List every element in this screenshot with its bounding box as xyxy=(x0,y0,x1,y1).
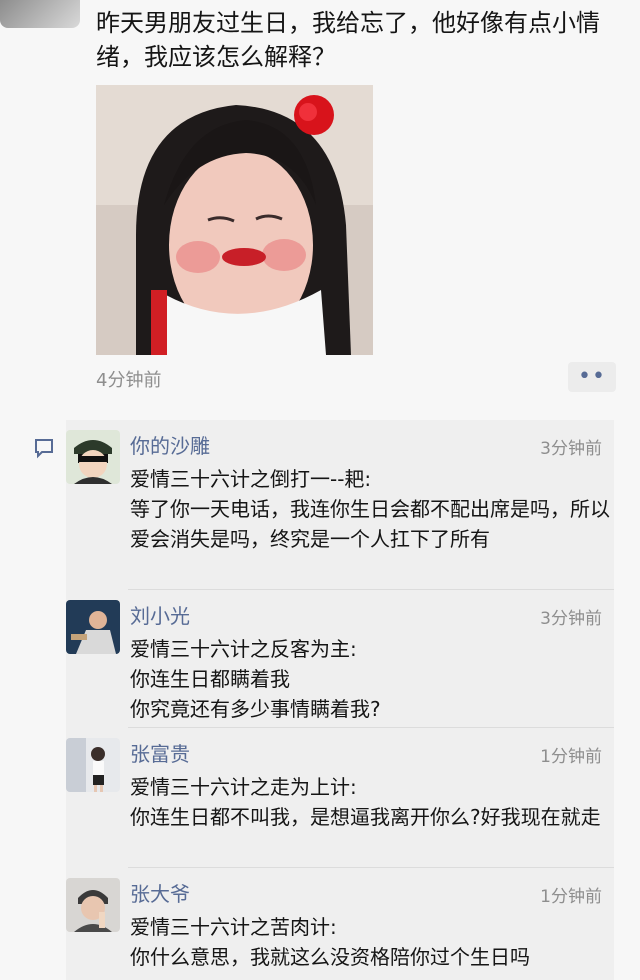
avatar[interactable] xyxy=(66,430,120,484)
more-button[interactable]: •• xyxy=(568,362,616,392)
comment-text: 爱情三十六计之走为上计: 你连生日都不叫我，是想逼我离开你么?好我现在就走 xyxy=(130,775,601,829)
comment-author[interactable]: 张富贵 xyxy=(130,738,190,767)
more-dots-icon: •• xyxy=(578,364,606,389)
post-photo xyxy=(96,85,373,355)
avatar[interactable] xyxy=(66,600,120,654)
comment-author[interactable]: 张大爷 xyxy=(130,878,190,907)
comment-text: 爱情三十六计之倒打一--耙: 等了你一天电话，我连你生日会都不配出席是吗，所以爱… xyxy=(130,467,610,551)
avatar-image xyxy=(66,738,120,792)
comment-text: 爱情三十六计之反客为主: 你连生日都瞒着我 你究竟还有多少事情瞒着我? xyxy=(130,637,381,721)
comment-time: 3分钟前 xyxy=(540,439,602,459)
poster-avatar[interactable] xyxy=(0,0,80,28)
post-text: 昨天男朋友过生日，我给忘了，他好像有点小情绪，我应该怎么解释？ xyxy=(96,9,600,71)
comment-text: 爱情三十六计之苦肉计: 你什么意思，我就这么没资格陪你过个生日吗 xyxy=(130,915,530,969)
comment-author[interactable]: 刘小光 xyxy=(130,600,190,629)
avatar-image xyxy=(66,430,120,484)
avatar[interactable] xyxy=(66,878,120,932)
comment-item[interactable]: 刘小光 3分钟前 爱情三十六计之反客为主: 你连生日都瞒着我 你究竟还有多少事情… xyxy=(66,590,614,728)
avatar-image xyxy=(66,600,120,654)
comment-item[interactable]: 张富贵 1分钟前 爱情三十六计之走为上计: 你连生日都不叫我，是想逼我离开你么?… xyxy=(66,728,614,868)
comment-time: 1分钟前 xyxy=(540,747,602,767)
post-time: 4分钟前 xyxy=(96,370,162,391)
avatar-image xyxy=(66,878,120,932)
comment-item[interactable]: 你的沙雕 3分钟前 爱情三十六计之倒打一--耙: 等了你一天电话，我连你生日会都… xyxy=(66,420,614,590)
comment-author[interactable]: 你的沙雕 xyxy=(130,430,210,459)
post-image[interactable] xyxy=(96,85,373,355)
comment-time: 3分钟前 xyxy=(540,609,602,629)
comment-icon xyxy=(35,439,53,459)
comment-item[interactable]: 张大爷 1分钟前 爱情三十六计之苦肉计: 你什么意思，我就这么没资格陪你过个生日… xyxy=(66,868,614,969)
comment-time: 1分钟前 xyxy=(540,887,602,907)
avatar[interactable] xyxy=(66,738,120,792)
